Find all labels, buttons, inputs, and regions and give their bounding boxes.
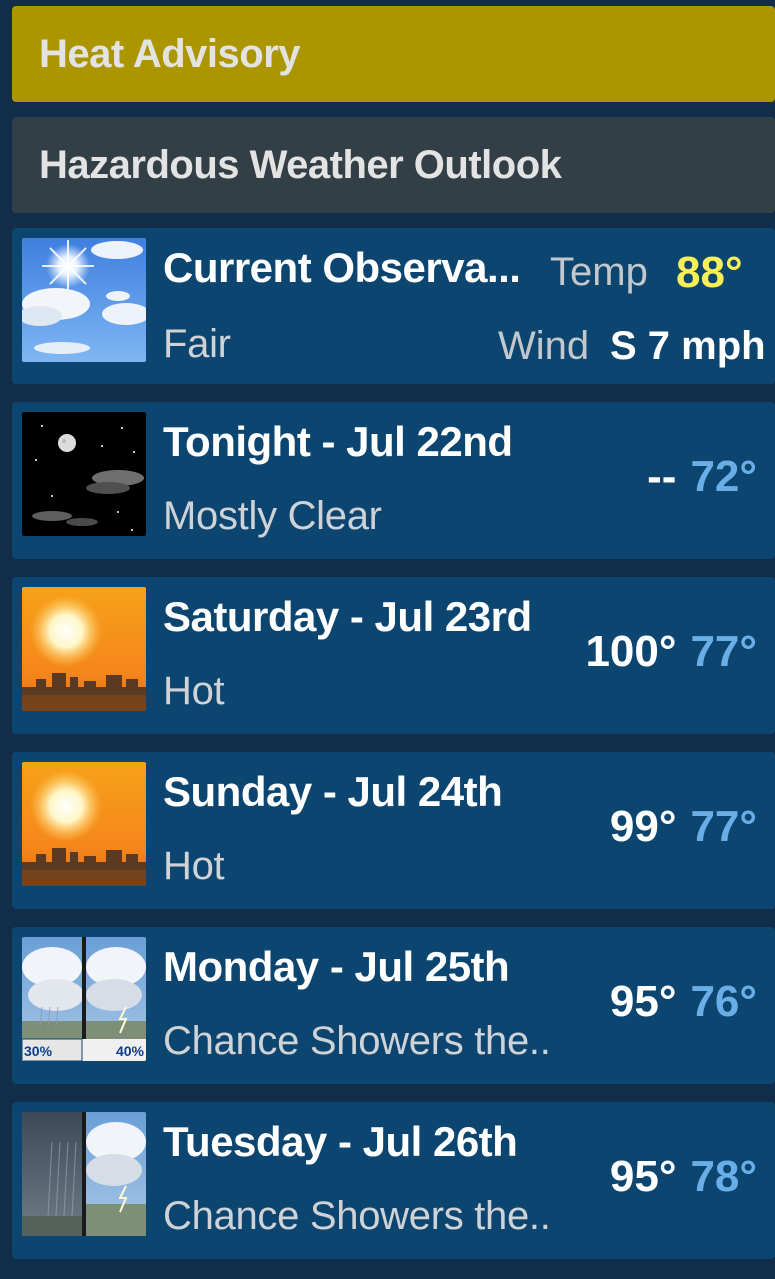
high-temp: 100° <box>585 627 677 676</box>
high-temp: 95° <box>609 977 677 1026</box>
forecast-condition: Chance Showers the.. <box>163 1194 551 1238</box>
current-observation-title: Current Observa... <box>163 244 521 291</box>
forecast-temps: 95° 78° <box>610 1152 757 1202</box>
low-temp: 72° <box>690 452 757 501</box>
forecast-temps: 95° 76° <box>610 977 757 1027</box>
forecast-row-saturday[interactable]: Saturday - Jul 23rd Hot 100° 77° <box>12 577 775 734</box>
heat-advisory-banner[interactable]: Heat Advisory <box>12 6 775 102</box>
forecast-screen: Heat Advisory Hazardous Weather Outlook <box>0 0 775 1279</box>
forecast-temps: -- 72° <box>647 452 757 502</box>
current-temp-value: 88° <box>676 248 743 297</box>
forecast-title: Sunday - Jul 24th <box>163 768 503 815</box>
high-temp: 95° <box>609 1152 677 1201</box>
temp-label: Temp <box>550 250 648 294</box>
hazardous-weather-outlook-label: Hazardous Weather Outlook <box>39 142 562 187</box>
forecast-temps: 100° 77° <box>585 627 757 677</box>
forecast-row-tuesday[interactable]: Tuesday - Jul 26th Chance Showers the.. … <box>12 1102 775 1259</box>
hot-sun-icon <box>22 762 146 886</box>
hazardous-weather-outlook-banner[interactable]: Hazardous Weather Outlook <box>12 117 775 213</box>
hot-sun-icon <box>22 587 146 711</box>
precip-chance-right: 40% <box>115 1043 144 1059</box>
showers-storm-icon <box>22 1112 146 1236</box>
forecast-title: Tonight - Jul 22nd <box>163 418 513 465</box>
low-temp: 77° <box>690 802 757 851</box>
high-temp: 99° <box>609 802 677 851</box>
forecast-title: Monday - Jul 25th <box>163 943 510 990</box>
current-observation-row[interactable]: Current Observa... Fair Temp 88° Wind S … <box>12 228 775 384</box>
forecast-condition: Mostly Clear <box>163 494 382 538</box>
wind-label: Wind <box>498 324 590 368</box>
low-temp: 77° <box>690 627 757 676</box>
wind-value: S 7 mph <box>610 324 766 368</box>
forecast-title: Tuesday - Jul 26th <box>163 1118 518 1165</box>
precip-chance-left: 30% <box>24 1043 53 1059</box>
current-condition: Fair <box>163 322 231 366</box>
forecast-condition: Hot <box>163 844 225 888</box>
forecast-condition: Hot <box>163 669 225 713</box>
low-temp: 78° <box>690 1152 757 1201</box>
forecast-condition: Chance Showers the.. <box>163 1019 551 1063</box>
forecast-row-tonight[interactable]: Tonight - Jul 22nd Mostly Clear -- 72° <box>12 402 775 559</box>
forecast-title: Saturday - Jul 23rd <box>163 593 532 640</box>
forecast-temps: 99° 77° <box>610 802 757 852</box>
sunny-clouds-icon <box>22 238 146 362</box>
night-clear-icon <box>22 412 146 536</box>
heat-advisory-label: Heat Advisory <box>39 31 301 76</box>
forecast-row-sunday[interactable]: Sunday - Jul 24th Hot 99° 77° <box>12 752 775 909</box>
forecast-row-monday[interactable]: 30% 40% Monday - Jul 25th Chance Showers… <box>12 927 775 1084</box>
high-temp: -- <box>647 452 677 501</box>
low-temp: 76° <box>690 977 757 1026</box>
showers-storm-icon: 30% 40% <box>22 937 146 1061</box>
